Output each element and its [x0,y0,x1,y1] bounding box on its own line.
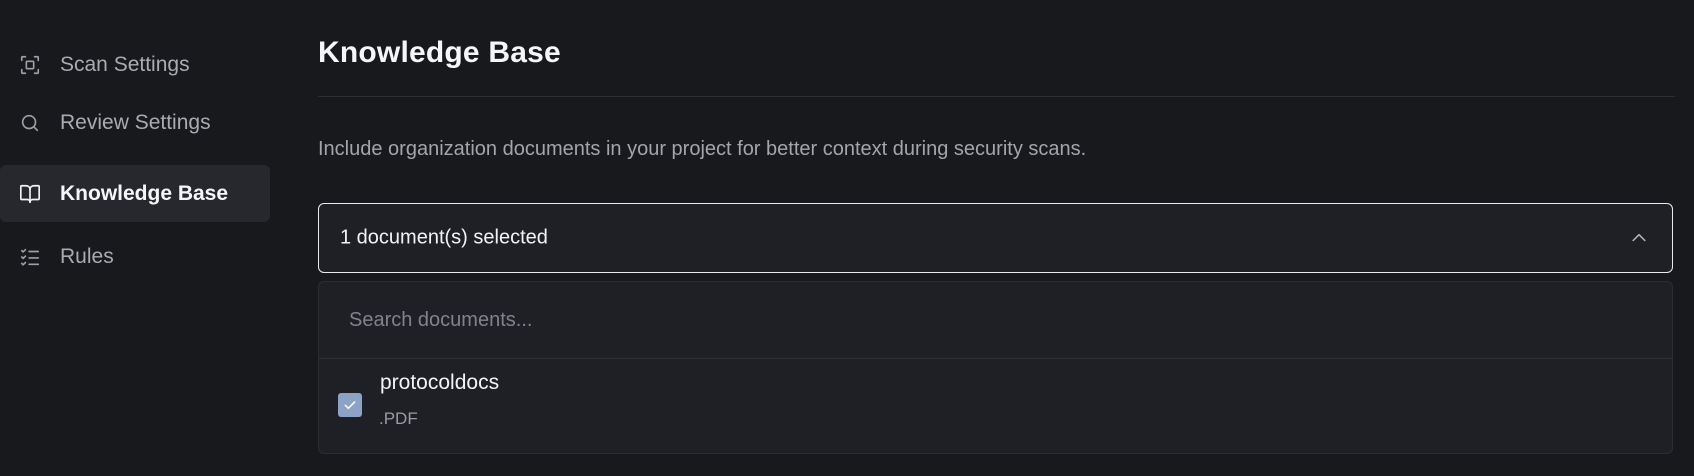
sidebar-item-knowledge-base[interactable]: Knowledge Base [0,165,270,222]
document-dropdown: protocoldocs .PDF [318,281,1673,454]
book-open-icon [19,183,41,205]
app-window: Scan Settings Review Settings Knowledge … [0,0,1694,476]
select-value: 1 document(s) selected [340,226,548,249]
sidebar-item-label: Review Settings [60,110,211,134]
sidebar-item-label: Knowledge Base [60,181,229,205]
sidebar-item-scan-settings[interactable]: Scan Settings [0,36,270,93]
search-row [319,282,1672,359]
title-divider [318,96,1675,97]
page-title: Knowledge Base [318,36,561,69]
document-select[interactable]: 1 document(s) selected [318,203,1673,273]
document-option[interactable]: protocoldocs .PDF [319,359,1672,453]
main-content: Knowledge Base Include organization docu… [318,0,1675,476]
sidebar-item-rules[interactable]: Rules [0,228,270,285]
sidebar-item-review-settings[interactable]: Review Settings [0,94,270,151]
settings-sidebar: Scan Settings Review Settings Knowledge … [0,0,270,476]
sidebar-item-label: Scan Settings [60,52,190,76]
checklist-icon [19,246,41,268]
sidebar-item-label: Rules [60,244,114,268]
page-description: Include organization documents in your p… [318,138,1087,160]
check-icon [344,401,356,410]
document-type: .PDF [379,409,418,428]
chevron-up-icon [1628,227,1650,249]
search-documents-input[interactable] [349,300,1639,340]
document-checkbox[interactable] [338,393,362,417]
search-icon [19,112,41,134]
document-name: protocoldocs [380,371,500,394]
scan-icon [19,54,41,76]
